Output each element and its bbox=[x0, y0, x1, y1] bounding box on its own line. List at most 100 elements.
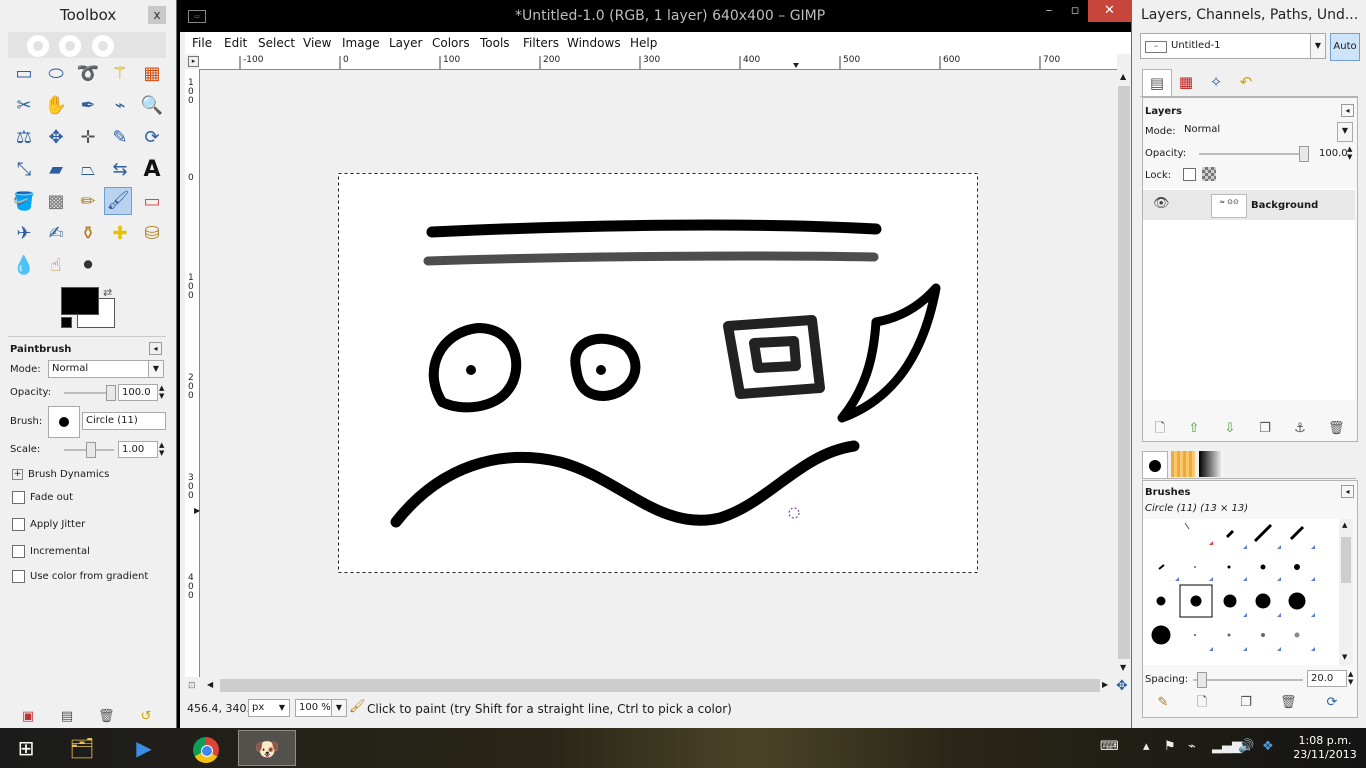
layers-menu-icon[interactable]: ◂ bbox=[1341, 104, 1354, 117]
shear-icon[interactable]: ▰ bbox=[42, 156, 70, 184]
crop-icon[interactable]: ✎ bbox=[106, 124, 134, 152]
fuzzy-select-icon[interactable]: ⚚ bbox=[106, 60, 134, 88]
restore-options-icon[interactable]: ▤ bbox=[59, 709, 75, 725]
eye-icon[interactable]: 👁 bbox=[1153, 196, 1170, 211]
foreground-color-swatch[interactable] bbox=[61, 287, 99, 315]
perspective-clone-icon[interactable]: ⛁ bbox=[138, 220, 166, 248]
refresh-brushes-icon[interactable]: ⟳ bbox=[1324, 695, 1340, 711]
scroll-right-icon[interactable]: ▶ bbox=[1102, 680, 1108, 689]
blend-icon[interactable]: ▩ bbox=[42, 188, 70, 216]
ink-icon[interactable]: ✍ bbox=[42, 220, 70, 248]
menu-image[interactable]: Image bbox=[342, 36, 380, 50]
brushes-menu-icon[interactable]: ◂ bbox=[1341, 485, 1354, 498]
duplicate-brush-icon[interactable]: ❐ bbox=[1238, 695, 1254, 711]
opacity-input[interactable]: 100.0 bbox=[118, 384, 158, 401]
brushes-scroll-thumb[interactable] bbox=[1341, 537, 1351, 583]
brushes-scrollbar[interactable]: ▲ ▼ bbox=[1339, 519, 1353, 665]
rotate-icon[interactable]: ⟳ bbox=[138, 124, 166, 152]
scale-slider-handle[interactable] bbox=[86, 442, 96, 458]
move-icon[interactable]: ✥ bbox=[42, 124, 70, 152]
horizontal-ruler[interactable]: -100 0 100 200 300 400 500 600 700 bbox=[199, 54, 1117, 70]
scale-spin-icon[interactable]: ▲ ▼ bbox=[159, 441, 164, 457]
raise-layer-icon[interactable]: ⇧ bbox=[1186, 421, 1202, 437]
color-picker-icon[interactable]: ⌁ bbox=[106, 92, 134, 120]
color-select-icon[interactable]: ▦ bbox=[138, 60, 166, 88]
delete-brush-icon[interactable]: 🗑 bbox=[1280, 695, 1297, 711]
scroll-up-icon[interactable]: ▲ bbox=[1120, 72, 1126, 81]
spacing-spin-icon[interactable]: ▲ ▼ bbox=[1348, 670, 1353, 686]
toolbox-close-button[interactable]: x bbox=[148, 6, 166, 24]
paintbrush-icon[interactable]: 🖌 bbox=[104, 187, 132, 215]
keyboard-icon[interactable]: ⌨ bbox=[1100, 739, 1119, 754]
windows-start-icon[interactable]: ⊞ bbox=[0, 730, 52, 766]
text-tool-icon[interactable]: A bbox=[138, 156, 166, 184]
zoom-icon[interactable]: 🔍 bbox=[138, 92, 166, 120]
menu-help[interactable]: Help bbox=[630, 36, 657, 50]
apply-jitter-checkbox[interactable] bbox=[12, 518, 25, 531]
wilber-drop-area[interactable] bbox=[8, 32, 166, 58]
ellipse-select-icon[interactable]: ⬭ bbox=[42, 60, 70, 88]
menu-select[interactable]: Select bbox=[258, 36, 295, 50]
clock[interactable]: 1:08 p.m. 23/11/2013 bbox=[1290, 734, 1360, 762]
clone-icon[interactable]: ⚱ bbox=[74, 220, 102, 248]
tool-options-menu-icon[interactable]: ◂ bbox=[149, 342, 162, 355]
default-colors-icon[interactable] bbox=[61, 317, 72, 328]
maximize-button[interactable]: ▫ bbox=[1062, 0, 1088, 22]
menu-colors[interactable]: Colors bbox=[432, 36, 470, 50]
minimize-button[interactable]: – bbox=[1036, 0, 1062, 22]
bucket-fill-icon[interactable]: 🪣 bbox=[10, 188, 38, 216]
gradients-tab-icon[interactable] bbox=[1199, 451, 1223, 477]
show-hidden-icons[interactable]: ▴ bbox=[1143, 739, 1150, 754]
menu-filters[interactable]: Filters bbox=[523, 36, 559, 50]
dodge-burn-icon[interactable]: ⚫ bbox=[74, 252, 102, 280]
lock-pixels-checkbox[interactable] bbox=[1183, 168, 1196, 181]
scroll-down-icon[interactable]: ▼ bbox=[1342, 653, 1347, 661]
heal-icon[interactable]: ✚ bbox=[106, 220, 134, 248]
layer-name[interactable]: Background bbox=[1251, 200, 1318, 211]
brush-name-field[interactable]: Circle (11) bbox=[82, 412, 166, 430]
smudge-icon[interactable]: ☝ bbox=[42, 252, 70, 280]
lock-alpha-icon[interactable] bbox=[1202, 167, 1216, 181]
reset-options-icon[interactable]: ↺ bbox=[138, 709, 154, 725]
channels-tab-icon[interactable]: ▦ bbox=[1172, 69, 1200, 95]
flag-icon[interactable]: ⚑ bbox=[1164, 739, 1176, 754]
duplicate-layer-icon[interactable]: ❐ bbox=[1257, 421, 1273, 437]
chrome-icon[interactable] bbox=[180, 730, 232, 766]
zoom-nav-icon[interactable]: ⊡ bbox=[188, 681, 196, 691]
measure-icon[interactable]: ⚖ bbox=[10, 124, 38, 152]
rect-select-icon[interactable]: ▭ bbox=[10, 60, 38, 88]
layers-opacity-value[interactable]: 100.0 bbox=[1319, 148, 1348, 159]
image-select[interactable]: ∽ Untitled-1 ▼ bbox=[1140, 33, 1326, 59]
spacing-input[interactable]: 20.0 bbox=[1307, 670, 1347, 687]
edit-brush-icon[interactable]: ✎ bbox=[1155, 695, 1171, 711]
file-explorer-icon[interactable]: 🗂 bbox=[56, 730, 108, 766]
brush-dynamics-expander[interactable]: Brush Dynamics bbox=[28, 469, 109, 480]
use-color-gradient-checkbox[interactable] bbox=[12, 570, 25, 583]
delete-layer-icon[interactable]: 🗑 bbox=[1328, 421, 1345, 437]
expand-icon[interactable]: + bbox=[12, 469, 23, 480]
layer-row[interactable]: 👁 ≈ ⊙⊙ Background bbox=[1143, 190, 1355, 220]
scissors-select-icon[interactable]: ✂ bbox=[10, 92, 38, 120]
foreground-select-icon[interactable]: ✋ bbox=[42, 92, 70, 120]
menu-view[interactable]: View bbox=[303, 36, 331, 50]
brush-grid[interactable] bbox=[1143, 519, 1339, 665]
opacity-spin-icon[interactable]: ▲ ▼ bbox=[159, 384, 164, 400]
vertical-ruler[interactable]: 1 0 0 0 1 0 0 2 0 0 3 0 0 4 0 0 ▶ bbox=[185, 69, 200, 677]
scroll-left-icon[interactable]: ◀ bbox=[207, 680, 213, 689]
volume-icon[interactable]: 🔊 bbox=[1238, 739, 1254, 754]
image-canvas[interactable] bbox=[200, 70, 1114, 677]
brush-thumbnails[interactable] bbox=[1143, 519, 1339, 665]
incremental-checkbox[interactable] bbox=[12, 545, 25, 558]
menu-file[interactable]: File bbox=[192, 36, 212, 50]
swap-colors-icon[interactable]: ⇄ bbox=[103, 286, 112, 299]
flip-icon[interactable]: ⇆ bbox=[106, 156, 134, 184]
scale-icon[interactable]: ⤡ bbox=[10, 156, 38, 184]
menu-windows[interactable]: Windows bbox=[567, 36, 621, 50]
dropbox-icon[interactable]: ❖ bbox=[1262, 739, 1274, 754]
canvas-viewport[interactable] bbox=[200, 70, 1114, 677]
spacing-slider-handle[interactable] bbox=[1197, 672, 1207, 688]
paths-tab-icon[interactable]: ✧ bbox=[1202, 69, 1230, 95]
delete-options-icon[interactable]: 🗑 bbox=[98, 709, 115, 725]
layers-mode-select[interactable]: Normal ▼ bbox=[1181, 122, 1353, 142]
new-layer-icon[interactable]: 🗋 bbox=[1152, 421, 1168, 437]
